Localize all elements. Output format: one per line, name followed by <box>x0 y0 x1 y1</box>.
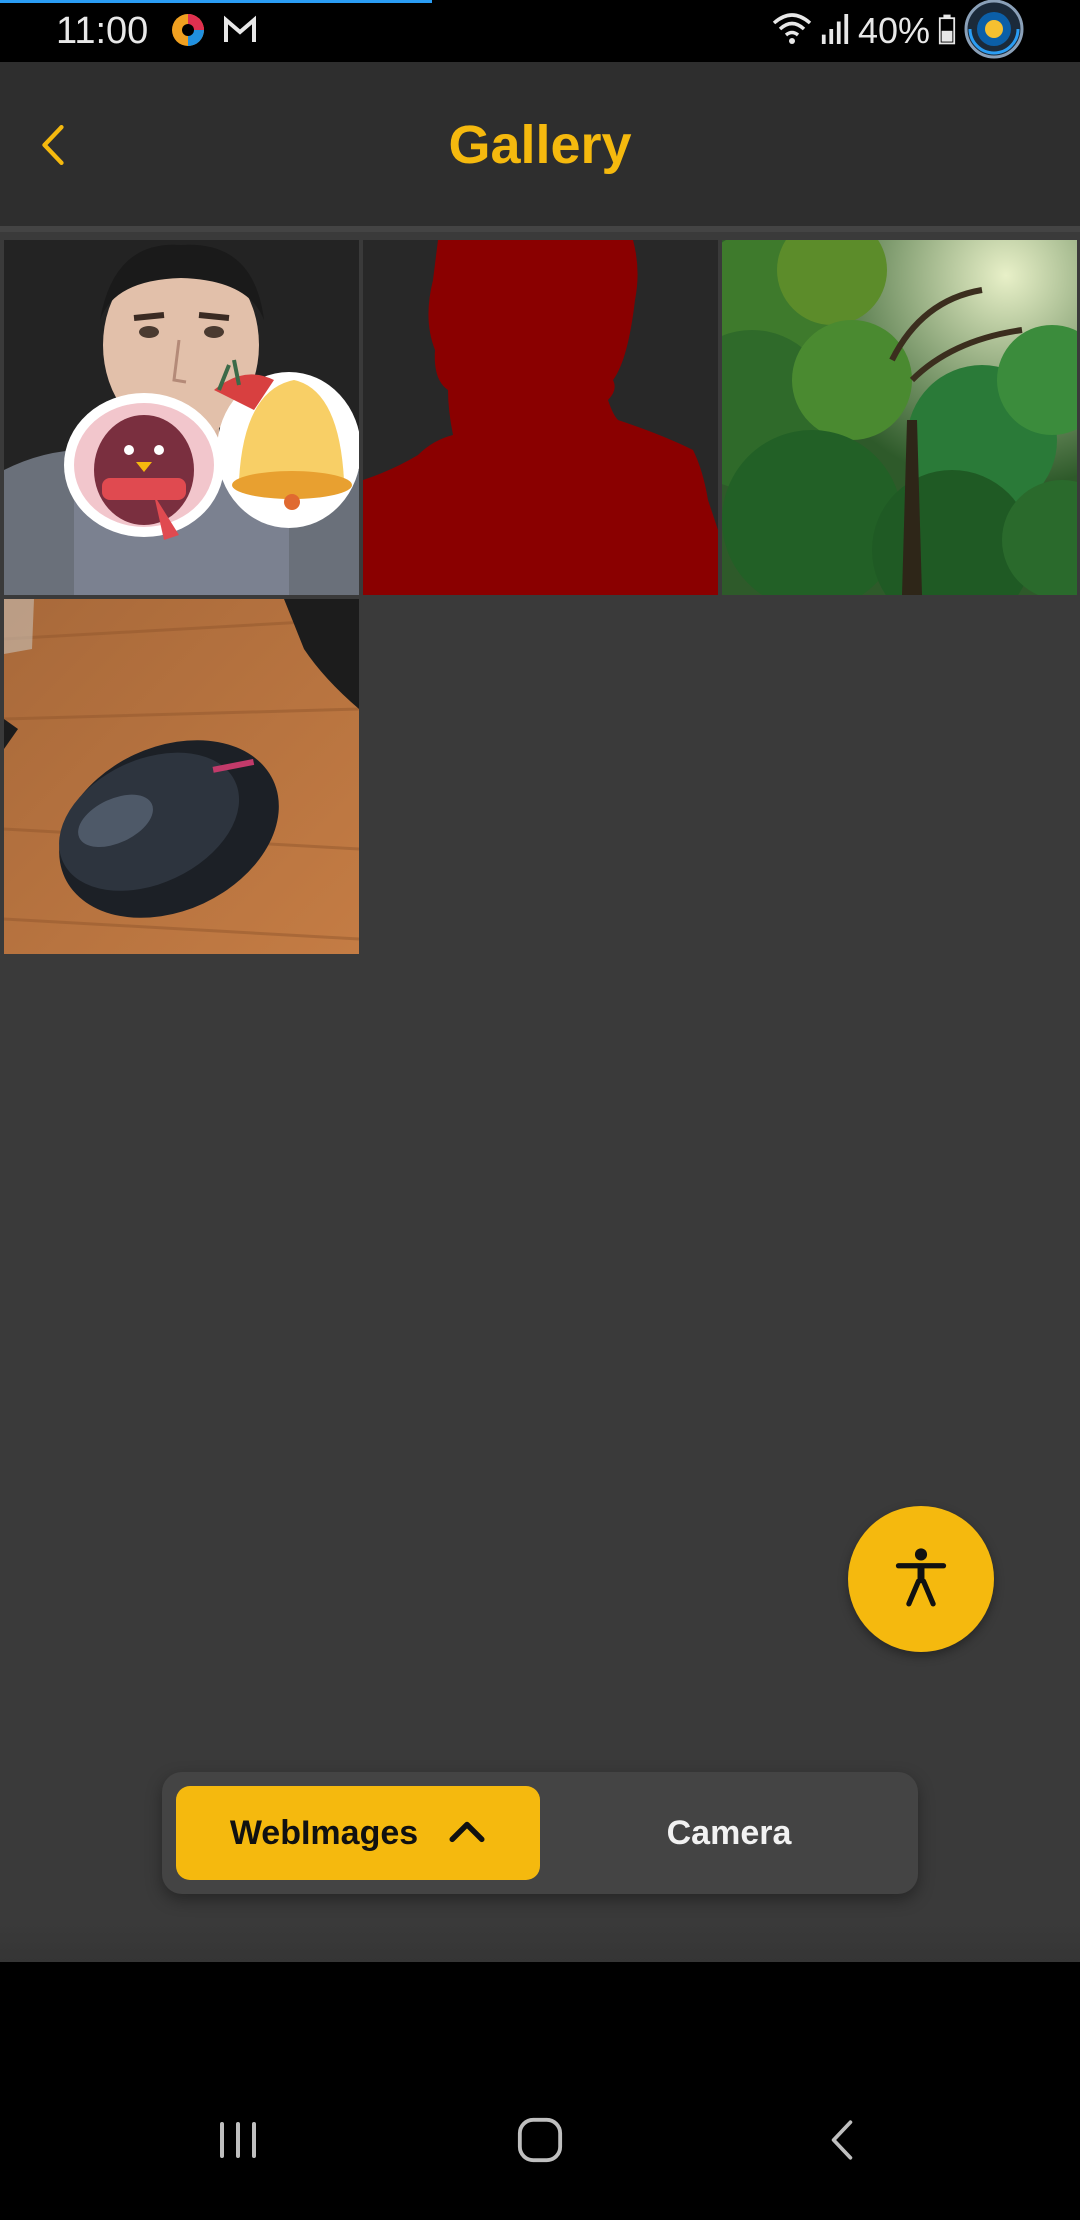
camera-tab[interactable]: Camera <box>554 1786 904 1880</box>
chevron-up-icon[interactable] <box>448 1819 486 1848</box>
back-nav-button[interactable] <box>802 2102 882 2182</box>
page-title: Gallery <box>448 115 632 175</box>
home-icon <box>516 2116 564 2169</box>
image-source-switch: WebImages Camera <box>162 1772 918 1894</box>
battery-level: 40% <box>857 10 930 51</box>
webimages-tab[interactable]: WebImages <box>176 1786 540 1880</box>
gallery-image[interactable] <box>722 240 1077 595</box>
wifi-icon <box>772 11 812 52</box>
recent-apps-icon <box>216 2120 260 2165</box>
status-time: 11:00 <box>56 10 149 52</box>
camera-tab-label: Camera <box>666 1813 792 1852</box>
app-header: Gallery <box>0 62 1080 232</box>
webimages-tab-label: WebImages <box>229 1813 419 1852</box>
accessibility-icon <box>895 1546 947 1613</box>
status-bar: 11:00 40% <box>0 0 1080 62</box>
accessibility-button[interactable] <box>848 1506 994 1652</box>
home-button[interactable] <box>500 2102 580 2182</box>
footer-shade <box>0 1922 1080 1962</box>
battery-icon <box>938 11 956 52</box>
loading-progress-bar <box>0 0 432 3</box>
signal-icon <box>820 11 850 52</box>
gallery-image[interactable] <box>4 599 359 954</box>
colorful-app-icon <box>170 12 206 48</box>
back-icon <box>828 2118 856 2167</box>
gmail-icon <box>222 12 258 48</box>
system-nav-bar <box>0 1962 1080 2220</box>
floating-app-icon[interactable] <box>964 0 1024 64</box>
gallery-image[interactable] <box>363 240 718 595</box>
gallery-image[interactable] <box>4 240 359 595</box>
gallery-screen: Gallery WebImages Camera <box>0 62 1080 1962</box>
recent-apps-button[interactable] <box>198 2102 278 2182</box>
status-right-group: 40% <box>772 0 1024 58</box>
